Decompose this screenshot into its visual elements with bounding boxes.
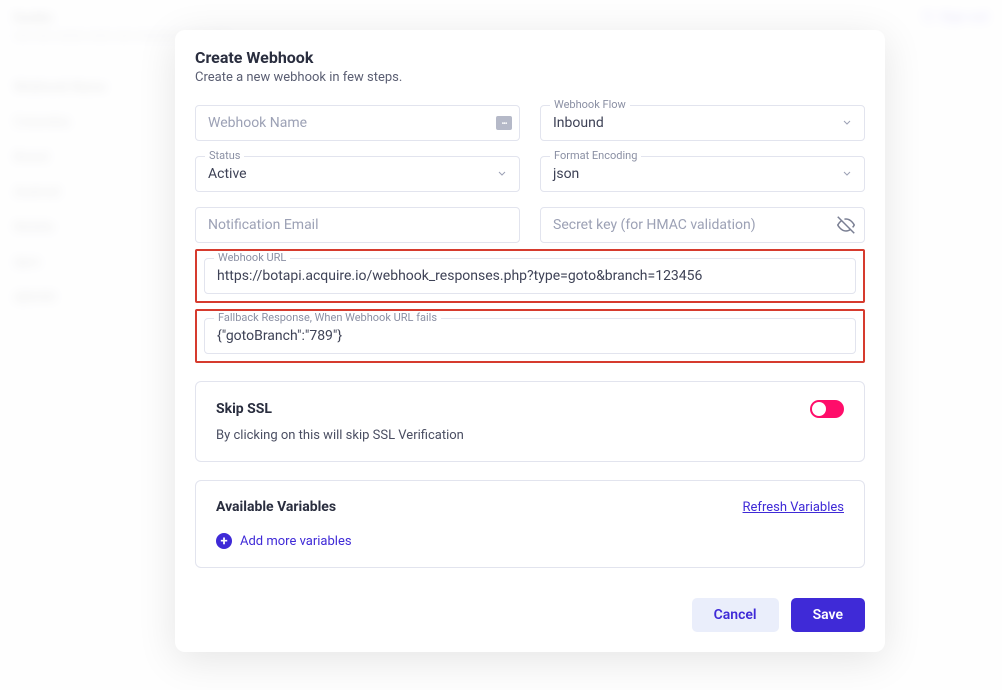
skip-ssl-toggle[interactable] xyxy=(810,400,844,418)
status-field-wrap: Status Active xyxy=(195,156,520,192)
variables-title: Available Variables xyxy=(216,499,336,515)
cancel-button[interactable]: Cancel xyxy=(692,598,779,632)
add-variables-label: Add more variables xyxy=(240,534,352,549)
fallback-label: Fallback Response, When Webhook URL fail… xyxy=(214,311,441,324)
webhook-flow-field-wrap: Webhook Flow Inbound xyxy=(540,105,865,141)
modal-title: Create Webhook xyxy=(195,48,865,67)
status-label: Status xyxy=(205,149,244,162)
secret-key-input[interactable] xyxy=(540,207,865,243)
eye-off-icon[interactable] xyxy=(837,216,855,234)
fallback-highlight: Fallback Response, When Webhook URL fail… xyxy=(195,309,865,363)
webhook-flow-label: Webhook Flow xyxy=(550,98,630,111)
skip-ssl-box: Skip SSL By clicking on this will skip S… xyxy=(195,381,865,462)
notification-email-input[interactable] xyxy=(195,207,520,243)
webhook-name-field-wrap: ••• xyxy=(195,105,520,141)
webhook-url-label: Webhook URL xyxy=(214,251,290,264)
secret-key-wrap xyxy=(540,207,865,243)
notification-email-wrap xyxy=(195,207,520,243)
ellipsis-icon[interactable]: ••• xyxy=(496,116,512,130)
format-encoding-field-wrap: Format Encoding json xyxy=(540,156,865,192)
add-variables-button[interactable]: + Add more variables xyxy=(216,533,844,549)
refresh-variables-link[interactable]: Refresh Variables xyxy=(743,500,844,515)
variables-box: Available Variables Refresh Variables + … xyxy=(195,480,865,568)
modal-subtitle: Create a new webhook in few steps. xyxy=(195,70,865,85)
format-encoding-label: Format Encoding xyxy=(550,149,641,162)
webhook-name-input[interactable] xyxy=(195,105,520,141)
save-button[interactable]: Save xyxy=(791,598,865,632)
skip-ssl-desc: By clicking on this will skip SSL Verifi… xyxy=(216,428,844,443)
plus-icon: + xyxy=(216,533,232,549)
webhook-url-highlight: Webhook URL xyxy=(195,249,865,303)
skip-ssl-title: Skip SSL xyxy=(216,401,272,417)
create-webhook-modal: Create Webhook Create a new webhook in f… xyxy=(175,30,885,652)
modal-footer: Cancel Save xyxy=(195,598,865,632)
webhook-url-input[interactable] xyxy=(204,258,856,294)
